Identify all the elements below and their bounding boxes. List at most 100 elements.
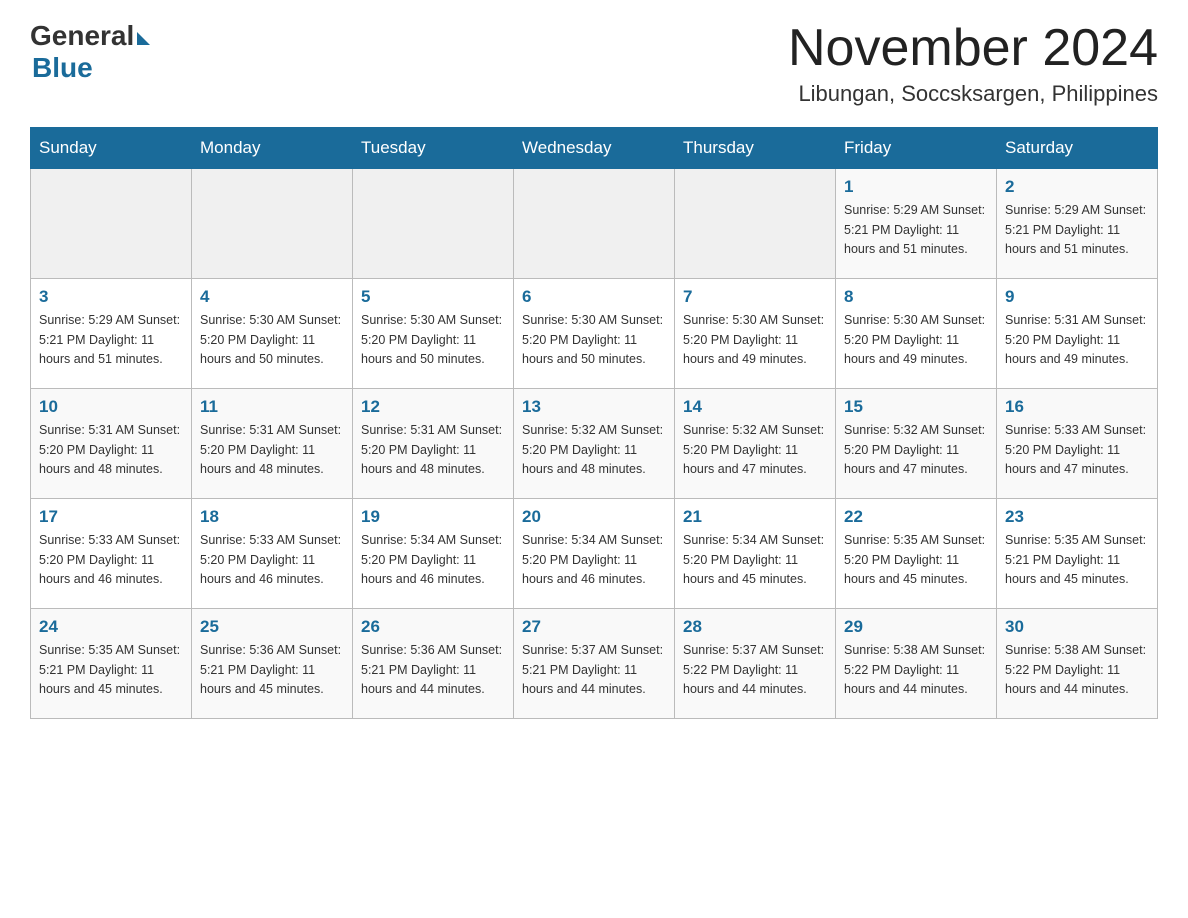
day-info: Sunrise: 5:31 AM Sunset: 5:20 PM Dayligh… [361, 421, 505, 479]
logo: General Blue [30, 20, 150, 84]
table-row [353, 169, 514, 279]
day-info: Sunrise: 5:37 AM Sunset: 5:21 PM Dayligh… [522, 641, 666, 699]
col-header-saturday: Saturday [997, 128, 1158, 169]
day-number: 11 [200, 397, 344, 417]
table-row: 7Sunrise: 5:30 AM Sunset: 5:20 PM Daylig… [675, 279, 836, 389]
table-row: 28 Sunrise: 5:37 AM Sunset: 5:22 PM Dayli… [675, 609, 836, 719]
table-row: 29 Sunrise: 5:38 AM Sunset: 5:22 PM Dayli… [836, 609, 997, 719]
calendar-header-row: Sunday Monday Tuesday Wednesday Thursday… [31, 128, 1158, 169]
day-info: Sunrise: 5:32 AM Sunset: 5:20 PM Dayligh… [683, 421, 827, 479]
day-number: 29 [844, 617, 988, 637]
day-number: 23 [1005, 507, 1149, 527]
day-number: 3 [39, 287, 183, 307]
day-number: 21 [683, 507, 827, 527]
month-title: November 2024 [788, 20, 1158, 77]
day-info: Sunrise: 5:32 AM Sunset: 5:20 PM Dayligh… [522, 421, 666, 479]
table-row: 27 Sunrise: 5:37 AM Sunset: 5:21 PM Dayli… [514, 609, 675, 719]
day-number: 30 [1005, 617, 1149, 637]
table-row: 30 Sunrise: 5:38 AM Sunset: 5:22 PM Dayli… [997, 609, 1158, 719]
table-row: 20 Sunrise: 5:34 AM Sunset: 5:20 PM Dayli… [514, 499, 675, 609]
table-row: 9Sunrise: 5:31 AM Sunset: 5:20 PM Daylig… [997, 279, 1158, 389]
col-header-thursday: Thursday [675, 128, 836, 169]
table-row [192, 169, 353, 279]
calendar-week-row: 17 Sunrise: 5:33 AM Sunset: 5:20 PM Dayli… [31, 499, 1158, 609]
day-number: 12 [361, 397, 505, 417]
day-info: Sunrise: 5:29 AM Sunset: 5:21 PM Dayligh… [39, 311, 183, 369]
day-number: 10 [39, 397, 183, 417]
title-area: November 2024 Libungan, Soccsksargen, Ph… [788, 20, 1158, 107]
calendar-table: Sunday Monday Tuesday Wednesday Thursday… [30, 127, 1158, 719]
day-info: Sunrise: 5:30 AM Sunset: 5:20 PM Dayligh… [361, 311, 505, 369]
day-number: 19 [361, 507, 505, 527]
day-info: Sunrise: 5:33 AM Sunset: 5:20 PM Dayligh… [1005, 421, 1149, 479]
table-row: 13 Sunrise: 5:32 AM Sunset: 5:20 PM Dayli… [514, 389, 675, 499]
day-info: Sunrise: 5:37 AM Sunset: 5:22 PM Dayligh… [683, 641, 827, 699]
page-header: General Blue November 2024 Libungan, Soc… [30, 20, 1158, 107]
logo-top: General [30, 20, 150, 52]
day-number: 28 [683, 617, 827, 637]
table-row: 16 Sunrise: 5:33 AM Sunset: 5:20 PM Dayli… [997, 389, 1158, 499]
col-header-sunday: Sunday [31, 128, 192, 169]
day-number: 27 [522, 617, 666, 637]
day-info: Sunrise: 5:33 AM Sunset: 5:20 PM Dayligh… [39, 531, 183, 589]
day-info: Sunrise: 5:36 AM Sunset: 5:21 PM Dayligh… [361, 641, 505, 699]
col-header-friday: Friday [836, 128, 997, 169]
table-row: 11Sunrise: 5:31 AM Sunset: 5:20 PM Dayli… [192, 389, 353, 499]
day-info: Sunrise: 5:38 AM Sunset: 5:22 PM Dayligh… [844, 641, 988, 699]
col-header-wednesday: Wednesday [514, 128, 675, 169]
logo-blue-text: Blue [32, 52, 93, 83]
day-info: Sunrise: 5:35 AM Sunset: 5:21 PM Dayligh… [39, 641, 183, 699]
day-info: Sunrise: 5:35 AM Sunset: 5:21 PM Dayligh… [1005, 531, 1149, 589]
table-row: 15Sunrise: 5:32 AM Sunset: 5:20 PM Dayli… [836, 389, 997, 499]
location-title: Libungan, Soccsksargen, Philippines [788, 81, 1158, 107]
calendar-week-row: 1 Sunrise: 5:29 AM Sunset: 5:21 PM Daylig… [31, 169, 1158, 279]
calendar-week-row: 3 Sunrise: 5:29 AM Sunset: 5:21 PM Daylig… [31, 279, 1158, 389]
calendar-week-row: 24 Sunrise: 5:35 AM Sunset: 5:21 PM Dayli… [31, 609, 1158, 719]
day-info: Sunrise: 5:36 AM Sunset: 5:21 PM Dayligh… [200, 641, 344, 699]
day-info: Sunrise: 5:34 AM Sunset: 5:20 PM Dayligh… [683, 531, 827, 589]
table-row: 26 Sunrise: 5:36 AM Sunset: 5:21 PM Dayli… [353, 609, 514, 719]
day-info: Sunrise: 5:31 AM Sunset: 5:20 PM Dayligh… [39, 421, 183, 479]
col-header-monday: Monday [192, 128, 353, 169]
day-info: Sunrise: 5:34 AM Sunset: 5:20 PM Dayligh… [361, 531, 505, 589]
day-number: 20 [522, 507, 666, 527]
day-number: 8 [844, 287, 988, 307]
table-row: 21 Sunrise: 5:34 AM Sunset: 5:20 PM Dayli… [675, 499, 836, 609]
day-info: Sunrise: 5:29 AM Sunset: 5:21 PM Dayligh… [1005, 201, 1149, 259]
col-header-tuesday: Tuesday [353, 128, 514, 169]
day-number: 22 [844, 507, 988, 527]
day-number: 13 [522, 397, 666, 417]
table-row: 18 Sunrise: 5:33 AM Sunset: 5:20 PM Dayli… [192, 499, 353, 609]
table-row [514, 169, 675, 279]
day-number: 1 [844, 177, 988, 197]
day-info: Sunrise: 5:29 AM Sunset: 5:21 PM Dayligh… [844, 201, 988, 259]
logo-blue-row: Blue [30, 52, 93, 84]
logo-triangle-icon [137, 32, 150, 45]
table-row: 3 Sunrise: 5:29 AM Sunset: 5:21 PM Daylig… [31, 279, 192, 389]
day-number: 4 [200, 287, 344, 307]
day-number: 26 [361, 617, 505, 637]
table-row: 12 Sunrise: 5:31 AM Sunset: 5:20 PM Dayli… [353, 389, 514, 499]
day-info: Sunrise: 5:35 AM Sunset: 5:20 PM Dayligh… [844, 531, 988, 589]
day-info: Sunrise: 5:30 AM Sunset: 5:20 PM Dayligh… [200, 311, 344, 369]
table-row: 19 Sunrise: 5:34 AM Sunset: 5:20 PM Dayli… [353, 499, 514, 609]
day-number: 24 [39, 617, 183, 637]
day-number: 9 [1005, 287, 1149, 307]
day-number: 25 [200, 617, 344, 637]
day-number: 17 [39, 507, 183, 527]
table-row: 17 Sunrise: 5:33 AM Sunset: 5:20 PM Dayli… [31, 499, 192, 609]
table-row: 6 Sunrise: 5:30 AM Sunset: 5:20 PM Daylig… [514, 279, 675, 389]
day-number: 16 [1005, 397, 1149, 417]
table-row [675, 169, 836, 279]
table-row: 25 Sunrise: 5:36 AM Sunset: 5:21 PM Dayli… [192, 609, 353, 719]
day-number: 18 [200, 507, 344, 527]
day-info: Sunrise: 5:38 AM Sunset: 5:22 PM Dayligh… [1005, 641, 1149, 699]
day-number: 6 [522, 287, 666, 307]
table-row: 14Sunrise: 5:32 AM Sunset: 5:20 PM Dayli… [675, 389, 836, 499]
day-info: Sunrise: 5:34 AM Sunset: 5:20 PM Dayligh… [522, 531, 666, 589]
day-info: Sunrise: 5:33 AM Sunset: 5:20 PM Dayligh… [200, 531, 344, 589]
calendar-week-row: 10 Sunrise: 5:31 AM Sunset: 5:20 PM Dayli… [31, 389, 1158, 499]
day-info: Sunrise: 5:30 AM Sunset: 5:20 PM Dayligh… [522, 311, 666, 369]
table-row: 8Sunrise: 5:30 AM Sunset: 5:20 PM Daylig… [836, 279, 997, 389]
logo-general-text: General [30, 20, 134, 52]
